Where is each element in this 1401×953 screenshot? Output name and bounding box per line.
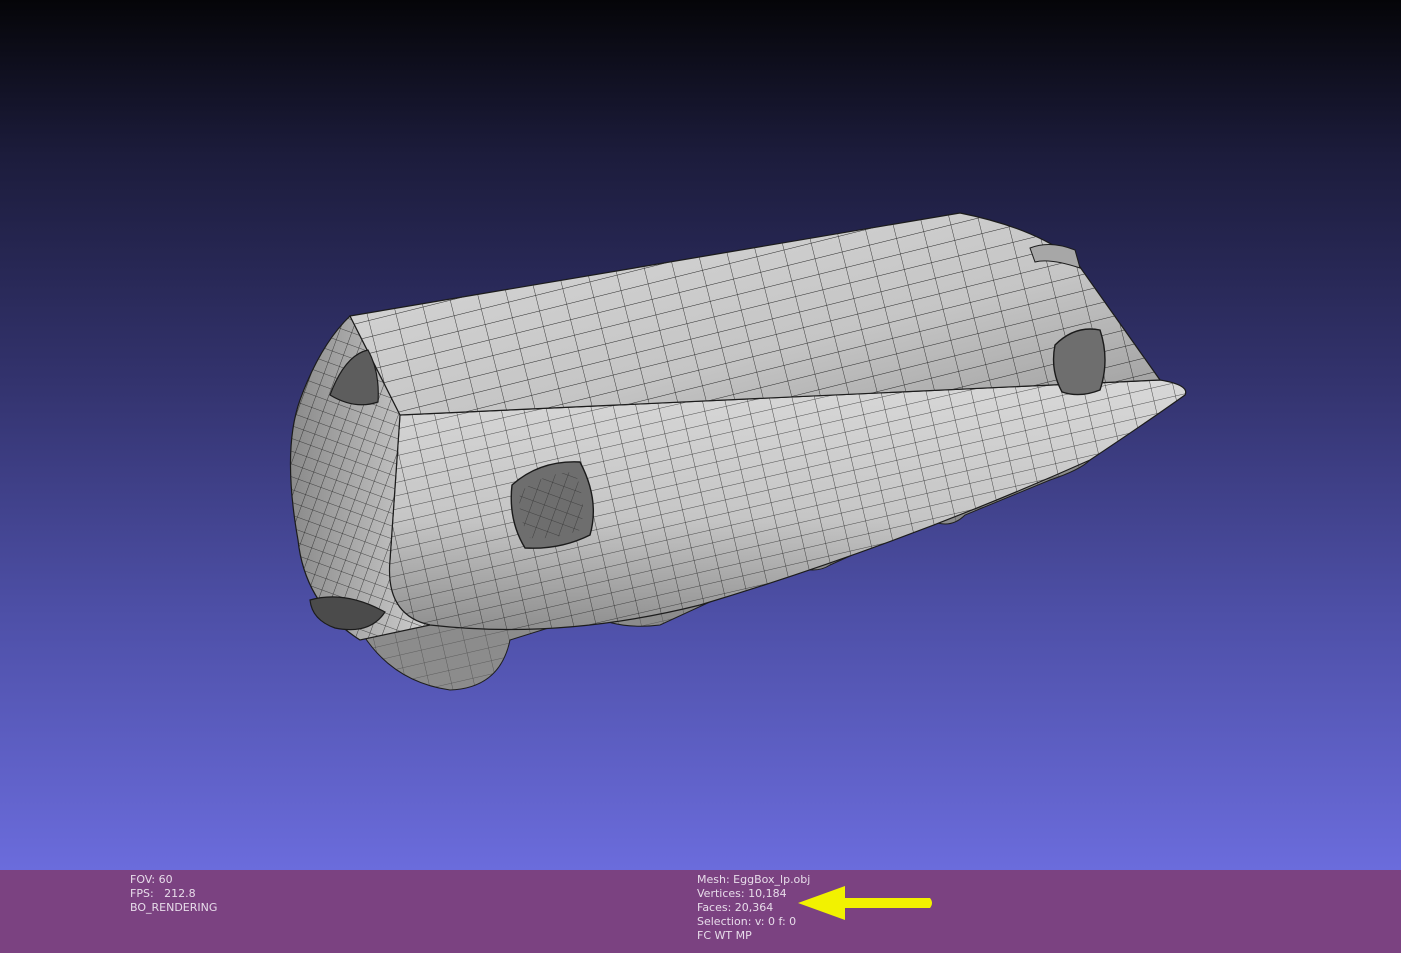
rear-handle-hole [1052, 328, 1106, 396]
display-flags: FC WT MP [697, 929, 752, 942]
top-wireframe [350, 213, 1160, 415]
fps-readout: FPS: 212.8 [130, 887, 196, 900]
front-wireframe [388, 380, 1186, 630]
fov-readout: FOV: 60 [130, 873, 173, 886]
render-info: FOV: 60 FPS: 212.8 BO_RENDERING [130, 873, 217, 915]
info-bar: FOV: 60 FPS: 212.8 BO_RENDERING Mesh: Eg… [0, 870, 1401, 953]
3d-viewport[interactable] [0, 0, 1401, 870]
meshlab-window: FOV: 60 FPS: 212.8 BO_RENDERING Mesh: Eg… [0, 0, 1401, 953]
arrow-left-icon [798, 886, 932, 920]
eggbox-mesh[interactable] [289, 212, 1187, 691]
mesh-render[interactable] [0, 0, 1401, 870]
rendering-mode: BO_RENDERING [130, 901, 218, 914]
